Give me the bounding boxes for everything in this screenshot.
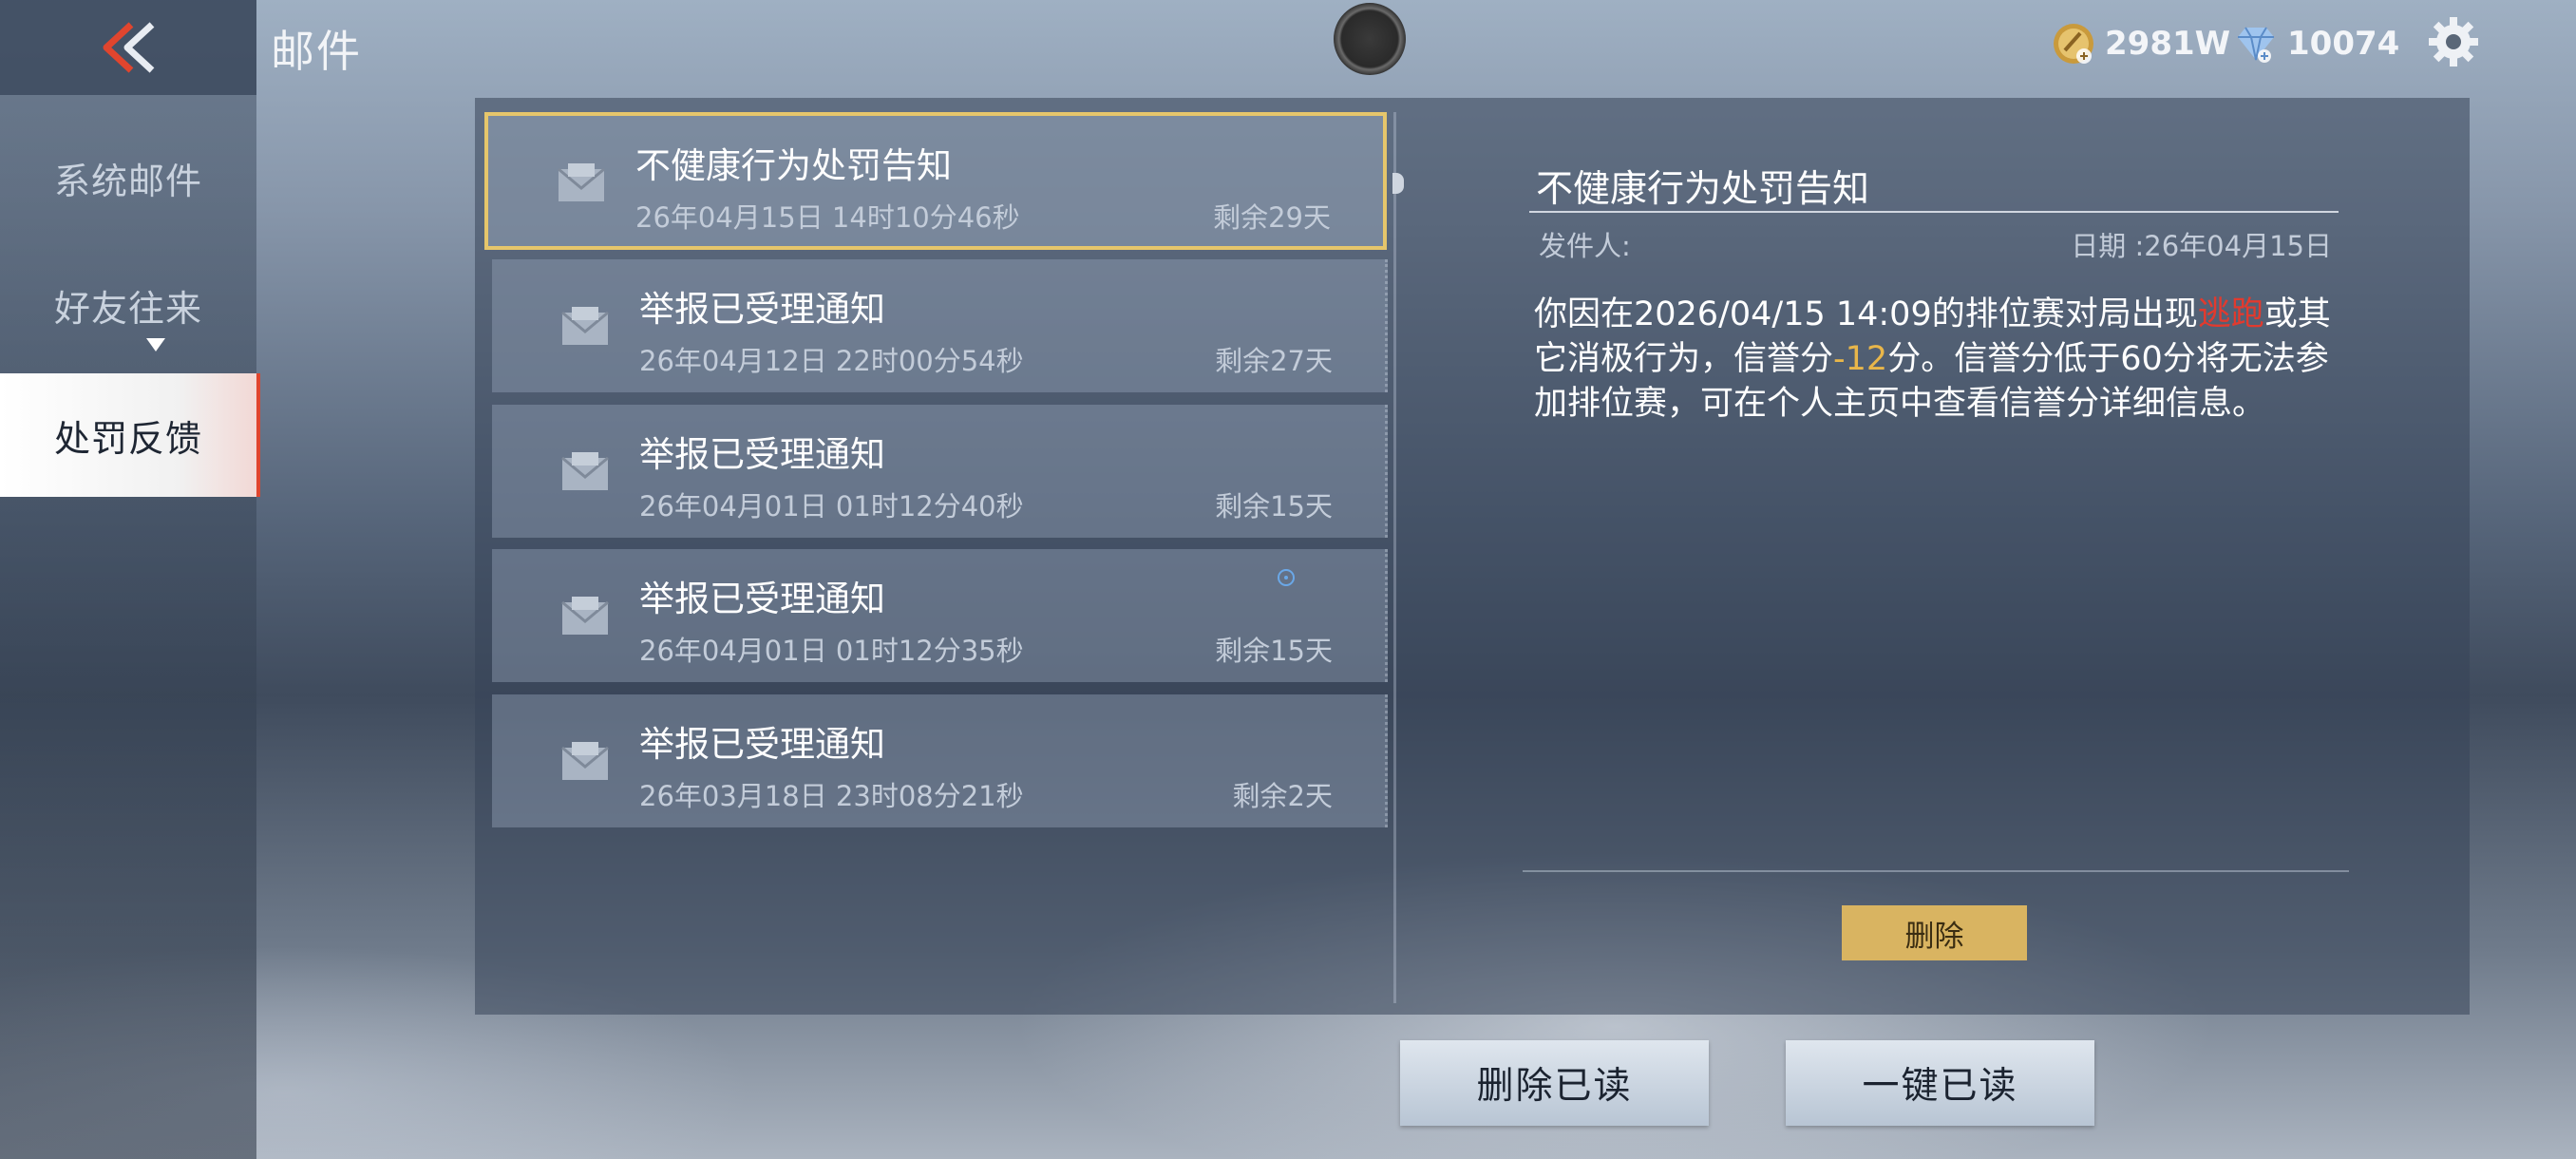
diamond-amount: 10074 (2287, 25, 2400, 63)
tab-penalty-feedback[interactable]: 处罚反馈 (0, 373, 260, 497)
gold-currency[interactable]: 2981W (2050, 17, 2230, 70)
tab-label: 好友往来 (53, 287, 202, 330)
mail-remaining: 剩余2天 (1232, 780, 1333, 812)
mail-date: 26年03月18日 23时08分21秒 (639, 780, 1024, 812)
envelope-icon (561, 307, 609, 345)
envelope-icon (561, 742, 609, 780)
mail-date: 26年04月12日 22时00分54秒 (639, 345, 1024, 377)
tab-friend-mail[interactable]: 好友往来 (0, 243, 256, 367)
mail-title: 举报已受理通知 (639, 289, 885, 330)
delete-button[interactable]: 删除 (1842, 905, 2027, 960)
mail-remaining: 剩余27天 (1215, 345, 1333, 377)
mail-title: 举报已受理通知 (639, 579, 885, 619)
tab-label: 系统邮件 (53, 160, 202, 202)
mail-item[interactable]: 举报已受理通知 26年04月01日 01时12分40秒 剩余15天 (492, 405, 1388, 538)
envelope-icon (561, 597, 609, 635)
sender-label: 发件人: (1539, 230, 1631, 262)
mail-item-selected[interactable]: 不健康行为处罚告知 26年04月15日 14时10分46秒 剩余29天 (484, 112, 1387, 250)
double-chevron-left-icon (103, 22, 155, 73)
crosshair-icon (1278, 569, 1295, 586)
tab-label: 处罚反馈 (53, 417, 202, 460)
tab-expand-arrow-icon (146, 338, 165, 352)
mail-title: 举报已受理通知 (639, 434, 885, 475)
body-highlight-yellow: -12 (1833, 340, 1888, 378)
detail-divider (1529, 211, 2339, 213)
back-button[interactable] (0, 0, 256, 95)
read-all-button[interactable]: 一键已读 (1786, 1040, 2094, 1126)
body-highlight-red: 逃跑 (2197, 295, 2264, 333)
diamond-currency[interactable]: 10074 (2232, 17, 2399, 70)
mail-date: 26年04月01日 01时12分35秒 (639, 635, 1024, 667)
detail-bottom-divider (1523, 870, 2349, 872)
mail-remaining: 剩余15天 (1215, 490, 1333, 522)
mail-item[interactable]: 举报已受理通知 26年03月18日 23时08分21秒 剩余2天 (492, 694, 1388, 827)
mail-date: 26年04月01日 01时12分40秒 (639, 490, 1024, 522)
mail-item[interactable]: 举报已受理通知 26年04月01日 01时12分35秒 剩余15天 (492, 549, 1388, 682)
mail-date: 26年04月15日 14时10分46秒 (635, 201, 1020, 234)
detail-title: 不健康行为处罚告知 (1536, 168, 1870, 211)
selection-notch (1392, 173, 1404, 194)
mail-item[interactable]: 举报已受理通知 26年04月12日 22时00分54秒 剩余27天 (492, 259, 1388, 392)
body-text: 你因在2026/04/15 14:09的排位赛对局出现 (1534, 295, 2198, 333)
delete-read-button[interactable]: 删除已读 (1400, 1040, 1709, 1126)
gear-icon[interactable] (2425, 13, 2482, 70)
diamond-icon (2238, 27, 2274, 63)
page-title: 邮件 (271, 26, 362, 77)
gold-amount: 2981W (2105, 25, 2231, 63)
mail-remaining: 剩余29天 (1213, 201, 1331, 234)
record-button[interactable] (1334, 3, 1406, 75)
envelope-icon (561, 452, 609, 490)
mail-remaining: 剩余15天 (1215, 635, 1333, 667)
detail-body: 你因在2026/04/15 14:09的排位赛对局出现逃跑或其它消极行为，信誉分… (1534, 293, 2341, 427)
panel-divider (1393, 112, 1396, 1003)
gold-coin-icon (2054, 24, 2093, 64)
mail-title: 不健康行为处罚告知 (635, 145, 952, 186)
detail-date: 日期 :26年04月15日 (2071, 230, 2332, 262)
envelope-icon (558, 163, 605, 201)
tab-system-mail[interactable]: 系统邮件 (0, 116, 256, 239)
mail-title: 举报已受理通知 (639, 724, 885, 765)
